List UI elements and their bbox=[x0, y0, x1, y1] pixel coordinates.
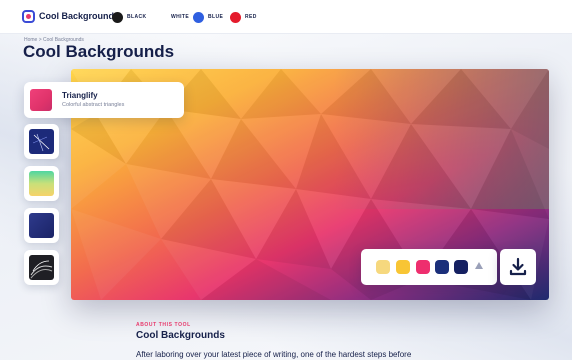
logo-icon[interactable] bbox=[22, 10, 35, 23]
trianglify-thumbnail bbox=[30, 89, 52, 111]
palette-swatch-5[interactable] bbox=[454, 260, 468, 274]
palette-swatch-1[interactable] bbox=[376, 260, 390, 274]
blob-thumbnail bbox=[29, 213, 54, 238]
tool-thumb-blob[interactable] bbox=[24, 208, 59, 243]
color-option-black[interactable]: BLACK bbox=[112, 10, 147, 24]
palette-swatch-4[interactable] bbox=[435, 260, 449, 274]
about-body: After laboring over your latest piece of… bbox=[136, 350, 412, 359]
red-dot-icon bbox=[230, 11, 241, 23]
waves-pattern-icon bbox=[30, 260, 53, 279]
color-palette bbox=[361, 249, 497, 285]
blue-dot-icon bbox=[193, 11, 204, 23]
triangle-icon[interactable] bbox=[475, 262, 483, 269]
page-title: Cool Backgrounds bbox=[23, 42, 175, 61]
color-option-blue[interactable]: BLUE bbox=[193, 10, 223, 24]
lines-thumbnail bbox=[29, 129, 54, 154]
tool-thumb-lines[interactable] bbox=[24, 124, 59, 159]
tool-subtitle: Colorful abstract triangles bbox=[62, 102, 125, 108]
color-option-label: WHITE bbox=[171, 14, 190, 20]
waves-thumbnail bbox=[29, 255, 54, 280]
download-icon bbox=[509, 257, 527, 276]
color-option-label: RED bbox=[245, 14, 257, 20]
color-option-label: BLACK bbox=[127, 14, 147, 20]
gradient-thumbnail bbox=[29, 171, 54, 196]
about-title: Cool Backgrounds bbox=[136, 330, 225, 341]
top-nav: Cool Backgrounds BLACK WHITE BLUE RED bbox=[0, 0, 572, 34]
color-option-white[interactable]: WHITE bbox=[156, 10, 189, 24]
palette-swatch-2[interactable] bbox=[396, 260, 410, 274]
color-option-red[interactable]: RED bbox=[230, 10, 257, 24]
color-option-label: BLUE bbox=[208, 14, 224, 20]
lines-pattern-icon bbox=[32, 133, 50, 152]
about-kicker: ABOUT THIS TOOL bbox=[136, 322, 191, 328]
white-dot-icon bbox=[156, 11, 167, 23]
black-dot-icon bbox=[112, 11, 123, 23]
tool-thumb-gradient[interactable] bbox=[24, 166, 59, 201]
tool-thumb-waves[interactable] bbox=[24, 250, 59, 285]
palette-swatch-3[interactable] bbox=[416, 260, 430, 274]
tool-card-trianglify[interactable]: Trianglify Colorful abstract triangles bbox=[24, 82, 184, 118]
download-button[interactable] bbox=[500, 249, 536, 285]
brand-name[interactable]: Cool Backgrounds bbox=[39, 11, 119, 21]
tool-title: Trianglify bbox=[62, 91, 98, 100]
